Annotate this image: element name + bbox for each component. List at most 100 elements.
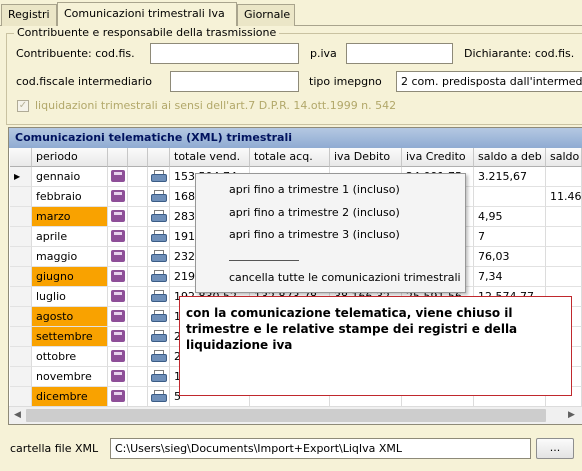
column-header-saldo[interactable]: saldo: [546, 148, 582, 167]
cell-db[interactable]: [108, 227, 128, 247]
cell-saldo-a-deb[interactable]: 76,03: [474, 247, 546, 267]
printer-icon[interactable]: [151, 170, 167, 183]
cell-print[interactable]: [148, 387, 170, 407]
cell-print[interactable]: [148, 167, 170, 187]
cell-db[interactable]: [108, 347, 128, 367]
cell-periodo[interactable]: gennaio: [32, 167, 108, 187]
cell-saldo-a-deb[interactable]: 3.215,67: [474, 167, 546, 187]
cell-periodo[interactable]: agosto: [32, 307, 108, 327]
horizontal-scrollbar[interactable]: ◀ ▶: [9, 406, 582, 424]
cell-periodo[interactable]: aprile: [32, 227, 108, 247]
database-icon[interactable]: [111, 370, 125, 382]
cell-saldo[interactable]: 11.467: [546, 187, 582, 207]
cell-db[interactable]: [108, 287, 128, 307]
menu-item-cancella-tutte[interactable]: cancella tutte le comunicazioni trimestr…: [229, 271, 461, 284]
cell-saldo[interactable]: [546, 247, 582, 267]
database-icon[interactable]: [111, 190, 125, 202]
cell-db[interactable]: [108, 187, 128, 207]
scroll-left-icon[interactable]: ◀: [9, 407, 26, 424]
database-icon[interactable]: [111, 270, 125, 282]
column-header-periodo[interactable]: periodo: [32, 148, 108, 167]
database-icon[interactable]: [111, 390, 125, 402]
cell-saldo[interactable]: [546, 227, 582, 247]
tab-registri[interactable]: Registri: [1, 4, 57, 26]
printer-icon[interactable]: [151, 250, 167, 263]
cell-print[interactable]: [148, 247, 170, 267]
column-header-totale-vend[interactable]: totale vend.: [170, 148, 250, 167]
browse-button[interactable]: ...: [536, 438, 574, 459]
cell-saldo[interactable]: [546, 207, 582, 227]
tipo-impegno-select[interactable]: 2 com. predisposta dall'intermed: [396, 71, 582, 92]
database-icon[interactable]: [111, 210, 125, 222]
printer-icon[interactable]: [151, 310, 167, 323]
cell-periodo[interactable]: ottobre: [32, 347, 108, 367]
cell-saldo-a-deb[interactable]: 4,95: [474, 207, 546, 227]
scrollbar-thumb[interactable]: [26, 409, 546, 422]
liquidazioni-checkbox[interactable]: ✓: [17, 100, 29, 112]
row-indicator: [10, 367, 32, 387]
cell-print[interactable]: [148, 207, 170, 227]
column-header-iva-debito[interactable]: iva Debito: [330, 148, 402, 167]
cell-db[interactable]: [108, 247, 128, 267]
cell-db[interactable]: [108, 367, 128, 387]
database-icon[interactable]: [111, 310, 125, 322]
database-icon[interactable]: [111, 170, 125, 182]
cell-db[interactable]: [108, 307, 128, 327]
cell-periodo[interactable]: febbraio: [32, 187, 108, 207]
cell-periodo[interactable]: marzo: [32, 207, 108, 227]
printer-icon[interactable]: [151, 290, 167, 303]
cell-periodo[interactable]: maggio: [32, 247, 108, 267]
cell-periodo[interactable]: dicembre: [32, 387, 108, 407]
cell-print[interactable]: [148, 187, 170, 207]
cell-saldo-a-deb[interactable]: 7,34: [474, 267, 546, 287]
column-header-row-indicator: [10, 148, 32, 167]
intermediario-input[interactable]: [170, 71, 299, 92]
cell-saldo[interactable]: [546, 167, 582, 187]
cell-db[interactable]: [108, 387, 128, 407]
cell-print[interactable]: [148, 307, 170, 327]
cell-print[interactable]: [148, 327, 170, 347]
printer-icon[interactable]: [151, 270, 167, 283]
printer-icon[interactable]: [151, 230, 167, 243]
cell-db[interactable]: [108, 167, 128, 187]
cell-print[interactable]: [148, 347, 170, 367]
cell-print[interactable]: [148, 367, 170, 387]
database-icon[interactable]: [111, 250, 125, 262]
printer-icon[interactable]: [151, 390, 167, 403]
database-icon[interactable]: [111, 350, 125, 362]
menu-item-trimestre-1[interactable]: apri fino a trimestre 1 (incluso): [229, 183, 400, 196]
cell-db[interactable]: [108, 207, 128, 227]
cartella-xml-input[interactable]: C:\Users\sieg\Documents\Import+Export\Li…: [110, 438, 531, 459]
column-header-iva-credito[interactable]: iva Credito: [402, 148, 474, 167]
menu-item-trimestre-2[interactable]: apri fino a trimestre 2 (incluso): [229, 206, 400, 219]
database-icon[interactable]: [111, 330, 125, 342]
printer-icon[interactable]: [151, 330, 167, 343]
tab-giornale[interactable]: Giornale: [237, 4, 295, 26]
printer-icon[interactable]: [151, 350, 167, 363]
column-header-totale-acq[interactable]: totale acq.: [250, 148, 330, 167]
cell-periodo[interactable]: novembre: [32, 367, 108, 387]
tab-comunicazioni-trimestrali[interactable]: Comunicazioni trimestrali Iva: [57, 2, 237, 27]
printer-icon[interactable]: [151, 210, 167, 223]
scroll-right-icon[interactable]: ▶: [563, 407, 580, 424]
cell-print[interactable]: [148, 287, 170, 307]
cell-periodo[interactable]: luglio: [32, 287, 108, 307]
column-header-saldo-a-deb[interactable]: saldo a deb: [474, 148, 546, 167]
printer-icon[interactable]: [151, 370, 167, 383]
cell-saldo[interactable]: [546, 267, 582, 287]
cell-periodo[interactable]: settembre: [32, 327, 108, 347]
database-icon[interactable]: [111, 290, 125, 302]
cell-print[interactable]: [148, 267, 170, 287]
cell-saldo-a-deb[interactable]: [474, 187, 546, 207]
printer-icon[interactable]: [151, 190, 167, 203]
cell-db[interactable]: [108, 327, 128, 347]
cell-db[interactable]: [108, 267, 128, 287]
cell-print[interactable]: [148, 227, 170, 247]
cell-periodo[interactable]: giugno: [32, 267, 108, 287]
cartella-label: cartella file XML: [10, 442, 99, 455]
database-icon[interactable]: [111, 230, 125, 242]
contribuente-codfis-input[interactable]: [150, 43, 299, 64]
piva-input[interactable]: [346, 43, 453, 64]
menu-item-trimestre-3[interactable]: apri fino a trimestre 3 (incluso): [229, 228, 400, 241]
cell-saldo-a-deb[interactable]: 7: [474, 227, 546, 247]
